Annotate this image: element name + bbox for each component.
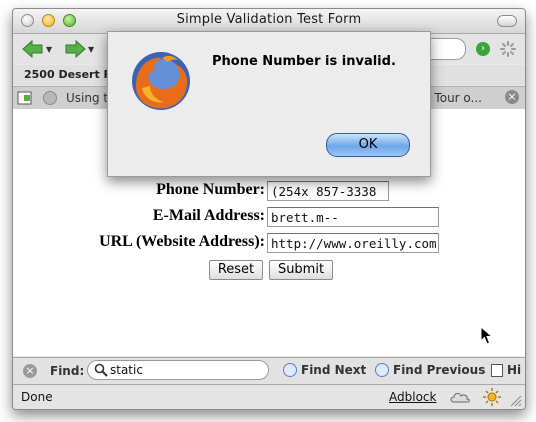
new-tab-icon[interactable] bbox=[17, 90, 33, 106]
arrow-down-icon bbox=[283, 363, 297, 377]
dialog-message: Phone Number is invalid. bbox=[212, 54, 396, 69]
find-next-button[interactable]: Find Next bbox=[283, 363, 366, 377]
resize-grip-icon[interactable] bbox=[508, 393, 522, 407]
back-button[interactable]: ▼ bbox=[21, 38, 52, 60]
reset-button[interactable]: Reset bbox=[209, 260, 263, 280]
tab-label: Using t bbox=[66, 91, 109, 105]
cloud-icon[interactable] bbox=[449, 389, 471, 405]
find-previous-label: Find Previous bbox=[393, 363, 486, 377]
back-dropdown-icon[interactable]: ▼ bbox=[46, 45, 52, 54]
firefox-logo-icon bbox=[132, 52, 190, 110]
page-icon bbox=[43, 91, 57, 105]
tab-tour[interactable]: g Tour o... bbox=[423, 89, 497, 107]
email-label: E-Mail Address: bbox=[152, 207, 265, 224]
window-title: Simple Validation Test Form bbox=[176, 12, 362, 27]
alert-dialog: Phone Number is invalid. OK bbox=[107, 31, 431, 177]
throbber-icon bbox=[500, 41, 516, 57]
forward-arrow-icon bbox=[65, 39, 86, 59]
url-field[interactable]: http://www.oreilly.com bbox=[267, 233, 439, 253]
close-tab-icon[interactable]: × bbox=[505, 90, 519, 104]
submit-button[interactable]: Submit bbox=[269, 260, 333, 280]
arrow-up-icon bbox=[375, 363, 389, 377]
phone-field[interactable]: (254x 857-3338 bbox=[267, 181, 389, 201]
forward-button[interactable]: ▼ bbox=[63, 38, 94, 60]
forward-dropdown-icon[interactable]: ▼ bbox=[88, 45, 94, 54]
url-label: URL (Website Address): bbox=[99, 233, 265, 250]
highlight-button[interactable]: Hi bbox=[491, 363, 521, 377]
browser-window: Simple Validation Test Form ▼ ▼ › 2500 D… bbox=[12, 8, 526, 410]
find-label: Find: bbox=[50, 364, 85, 378]
find-previous-button[interactable]: Find Previous bbox=[375, 363, 485, 377]
ok-button[interactable]: OK bbox=[326, 133, 410, 157]
phone-label: Phone Number: bbox=[156, 181, 265, 198]
weather-sun-icon[interactable] bbox=[483, 388, 501, 406]
find-bar: × Find: static Find Next Find Previous H… bbox=[13, 357, 525, 384]
highlight-icon bbox=[491, 363, 503, 377]
back-arrow-icon bbox=[22, 39, 43, 59]
location-bar[interactable] bbox=[427, 38, 466, 60]
status-bar: Done Adblock bbox=[13, 384, 525, 409]
highlight-label: Hi bbox=[507, 363, 522, 377]
tab-label: g Tour o... bbox=[423, 91, 482, 105]
find-next-label: Find Next bbox=[301, 363, 367, 377]
mouse-pointer-icon bbox=[480, 326, 494, 345]
find-input[interactable]: static bbox=[87, 360, 269, 380]
find-query: static bbox=[110, 363, 143, 377]
adblock-link[interactable]: Adblock bbox=[389, 390, 436, 404]
email-field[interactable]: brett.m-- bbox=[267, 207, 439, 227]
bookmark-item[interactable]: 2500 Desert Fa bbox=[24, 68, 118, 81]
go-icon[interactable]: › bbox=[476, 42, 490, 56]
status-text: Done bbox=[21, 390, 53, 404]
search-icon bbox=[94, 363, 108, 377]
toolbar-toggle-button[interactable] bbox=[497, 15, 517, 27]
close-find-bar-icon[interactable]: × bbox=[23, 364, 37, 378]
